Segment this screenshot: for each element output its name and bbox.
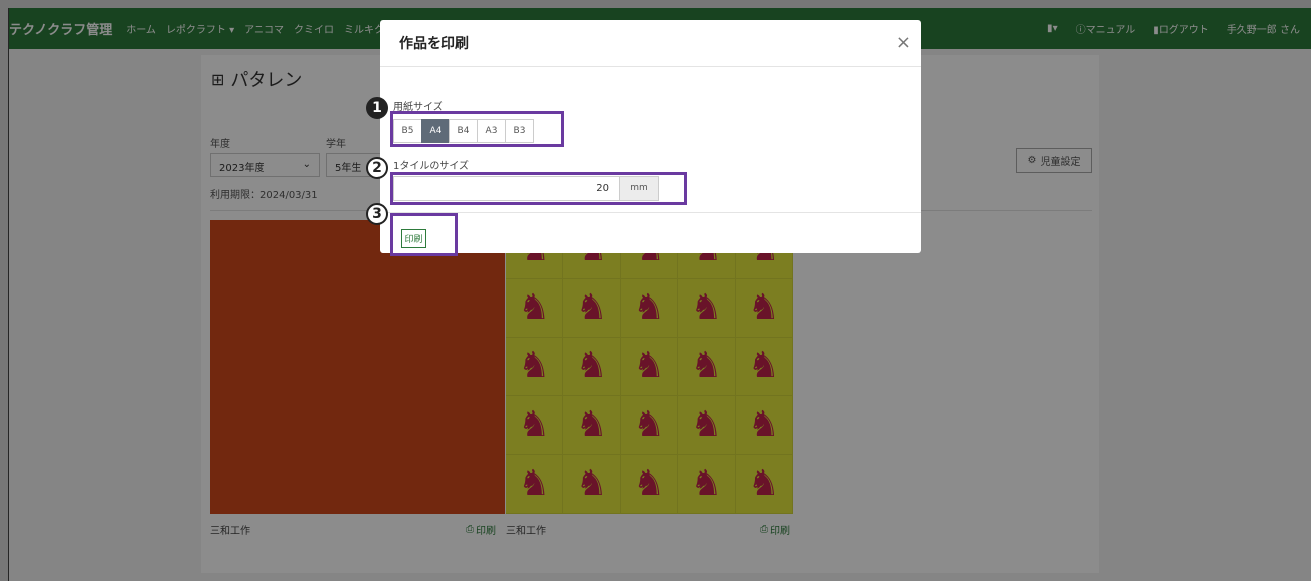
highlight-box-1 [390,111,564,147]
step-1-marker: 1 [366,97,388,119]
step-3-marker: 3 [366,203,388,225]
modal-divider [380,212,921,213]
step-2-marker: 2 [366,157,388,179]
highlight-box-2 [390,172,687,205]
close-icon[interactable]: × [896,32,911,53]
modal-title: 作品を印刷 [380,20,921,67]
highlight-box-3 [390,213,458,256]
tile-size-label: 1タイルのサイズ [393,161,470,172]
